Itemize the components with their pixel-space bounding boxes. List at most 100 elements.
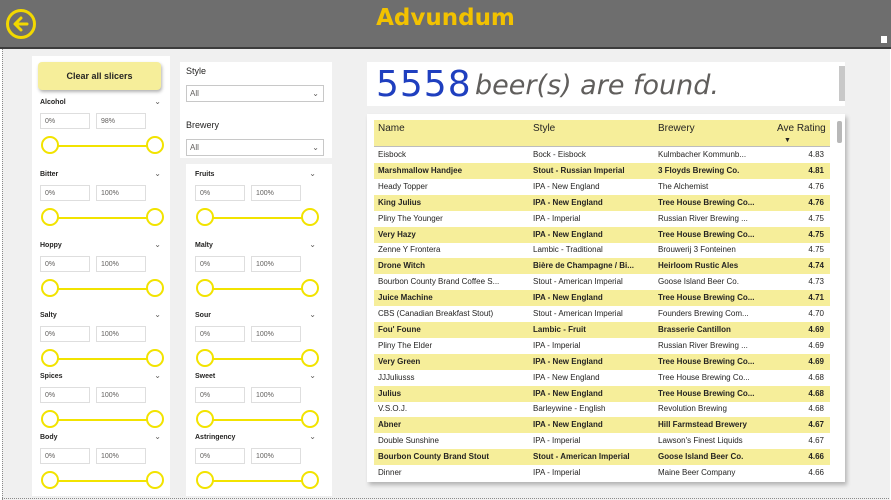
chevron-down-icon[interactable]: ⌄ <box>154 432 161 441</box>
slider-track[interactable] <box>205 288 308 290</box>
chevron-down-icon[interactable]: ⌄ <box>154 310 161 319</box>
chevron-down-icon[interactable]: ⌄ <box>309 169 316 178</box>
slider-track[interactable] <box>205 358 308 360</box>
table-row[interactable]: King Julius IPA - New England Tree House B… <box>374 194 830 211</box>
table-row[interactable]: Bourbon County Brand Stout Stout - Americ… <box>374 449 830 466</box>
max-input[interactable]: 100% <box>96 185 146 201</box>
table-row[interactable]: CBS (Canadian Breakfast Stout) Stout - Am… <box>374 306 830 322</box>
max-input[interactable]: 100% <box>251 185 301 201</box>
cell-name: Drone Witch <box>378 261 426 271</box>
max-slider-handle[interactable] <box>301 208 319 226</box>
sort-descending-icon[interactable]: ▼ <box>784 137 791 144</box>
slider-track[interactable] <box>205 480 308 482</box>
max-slider-handle[interactable] <box>301 349 319 367</box>
min-slider-handle[interactable] <box>196 208 214 226</box>
table-row[interactable]: Pliny The Younger IPA - Imperial Russian R… <box>374 211 830 227</box>
min-input[interactable]: 0% <box>40 387 90 403</box>
table-row[interactable]: Eisbock Bock - Eisbock Kulmbacher Kommunb.… <box>374 147 830 163</box>
cell-brewery: Hill Farmstead Brewery <box>658 420 747 430</box>
max-input[interactable]: 100% <box>251 326 301 342</box>
slider-track[interactable] <box>50 358 153 360</box>
chevron-down-icon[interactable]: ⌄ <box>154 240 161 249</box>
min-slider-handle[interactable] <box>41 208 59 226</box>
max-slider-handle[interactable] <box>146 471 164 489</box>
min-slider-handle[interactable] <box>41 349 59 367</box>
chevron-down-icon[interactable]: ⌄ <box>309 432 316 441</box>
chevron-down-icon[interactable]: ⌄ <box>309 371 316 380</box>
min-input[interactable]: 0% <box>40 256 90 272</box>
table-row[interactable]: Very Green IPA - New England Tree House Br… <box>374 353 830 370</box>
min-slider-handle[interactable] <box>41 279 59 297</box>
column-header-style[interactable]: Style <box>533 123 555 134</box>
chevron-down-icon[interactable]: ⌄ <box>309 310 316 319</box>
min-input[interactable]: 0% <box>195 448 245 464</box>
min-input[interactable]: 0% <box>195 387 245 403</box>
table-row[interactable]: Juice Machine IPA - New England Tree House… <box>374 290 830 307</box>
column-header-rating[interactable]: Ave Rating <box>777 123 826 134</box>
table-row[interactable]: Julius IPA - New England Tree House Brewin… <box>374 385 830 402</box>
max-slider-handle[interactable] <box>146 208 164 226</box>
max-slider-handle[interactable] <box>301 410 319 428</box>
max-slider-handle[interactable] <box>146 410 164 428</box>
table-row[interactable]: Bourbon County Brand Coffee S... Stout - … <box>374 274 830 290</box>
max-slider-handle[interactable] <box>146 349 164 367</box>
chevron-down-icon[interactable]: ⌄ <box>154 97 161 106</box>
min-slider-handle[interactable] <box>196 349 214 367</box>
max-input[interactable]: 100% <box>251 256 301 272</box>
column-header-name[interactable]: Name <box>378 123 405 134</box>
chevron-down-icon[interactable]: ⌄ <box>309 240 316 249</box>
slider-track[interactable] <box>50 419 153 421</box>
slider-track[interactable] <box>50 217 153 219</box>
table-row[interactable]: Zenne Y Frontera Lambic - Traditional Brou… <box>374 242 830 258</box>
table-scrollbar[interactable] <box>837 121 842 143</box>
max-input[interactable]: 100% <box>96 326 146 342</box>
clear-all-slicers-button[interactable]: Clear all slicers <box>38 62 161 90</box>
min-slider-handle[interactable] <box>196 471 214 489</box>
max-slider-handle[interactable] <box>146 279 164 297</box>
brewery-select[interactable]: All ⌄ <box>186 139 324 156</box>
min-slider-handle[interactable] <box>196 410 214 428</box>
column-header-brewery[interactable]: Brewery <box>658 123 695 134</box>
style-select[interactable]: All ⌄ <box>186 85 324 102</box>
table-row[interactable]: Very Hazy IPA - New England Tree House Bre… <box>374 226 830 243</box>
table-row[interactable]: Drone Witch Bière de Champagne / Bi... Hei… <box>374 258 830 275</box>
min-input[interactable]: 0% <box>40 185 90 201</box>
slider-track[interactable] <box>205 419 308 421</box>
min-slider-handle[interactable] <box>41 410 59 428</box>
slider-track[interactable] <box>50 480 153 482</box>
cell-style: Stout - American Imperial <box>533 277 623 287</box>
min-slider-handle[interactable] <box>196 279 214 297</box>
min-input[interactable]: 0% <box>40 448 90 464</box>
max-slider-handle[interactable] <box>301 471 319 489</box>
table-row[interactable]: Marshmallow Handjee Stout - Russian Imper… <box>374 162 830 179</box>
table-row[interactable]: Fou' Foune Lambic - Fruit Brasserie Cantil… <box>374 321 830 338</box>
table-row[interactable]: Dinner IPA - Imperial Maine Beer Company 4.… <box>374 465 830 481</box>
min-slider-handle[interactable] <box>41 471 59 489</box>
min-input[interactable]: 0% <box>40 326 90 342</box>
max-input[interactable]: 100% <box>96 448 146 464</box>
table-row[interactable]: V.S.O.J. Barleywine - English Revolution B… <box>374 401 830 417</box>
table-row[interactable]: Double Sunshine IPA - Imperial Lawson's Fi… <box>374 433 830 449</box>
table-row[interactable]: Pliny The Elder IPA - Imperial Russian Riv… <box>374 338 830 354</box>
max-input[interactable]: 100% <box>251 387 301 403</box>
slider-track[interactable] <box>205 217 308 219</box>
max-input[interactable]: 98% <box>96 113 146 129</box>
count-card-scrollbar[interactable] <box>839 66 845 101</box>
slider-track[interactable] <box>50 288 153 290</box>
max-slider-handle[interactable] <box>301 279 319 297</box>
min-input[interactable]: 0% <box>40 113 90 129</box>
min-slider-handle[interactable] <box>41 136 59 154</box>
min-input[interactable]: 0% <box>195 256 245 272</box>
chevron-down-icon[interactable]: ⌄ <box>154 169 161 178</box>
table-row[interactable]: Abner IPA - New England Hill Farmstead Bre… <box>374 417 830 434</box>
table-row[interactable]: Heady Topper IPA - New England The Alchemi… <box>374 179 830 195</box>
max-input[interactable]: 100% <box>251 448 301 464</box>
max-slider-handle[interactable] <box>146 136 164 154</box>
min-input[interactable]: 0% <box>195 185 245 201</box>
max-input[interactable]: 100% <box>96 387 146 403</box>
chevron-down-icon[interactable]: ⌄ <box>154 371 161 380</box>
table-row[interactable]: JJJuliusss IPA - New England Tree House Br… <box>374 370 830 386</box>
slider-track[interactable] <box>50 145 153 147</box>
max-input[interactable]: 100% <box>96 256 146 272</box>
min-input[interactable]: 0% <box>195 326 245 342</box>
